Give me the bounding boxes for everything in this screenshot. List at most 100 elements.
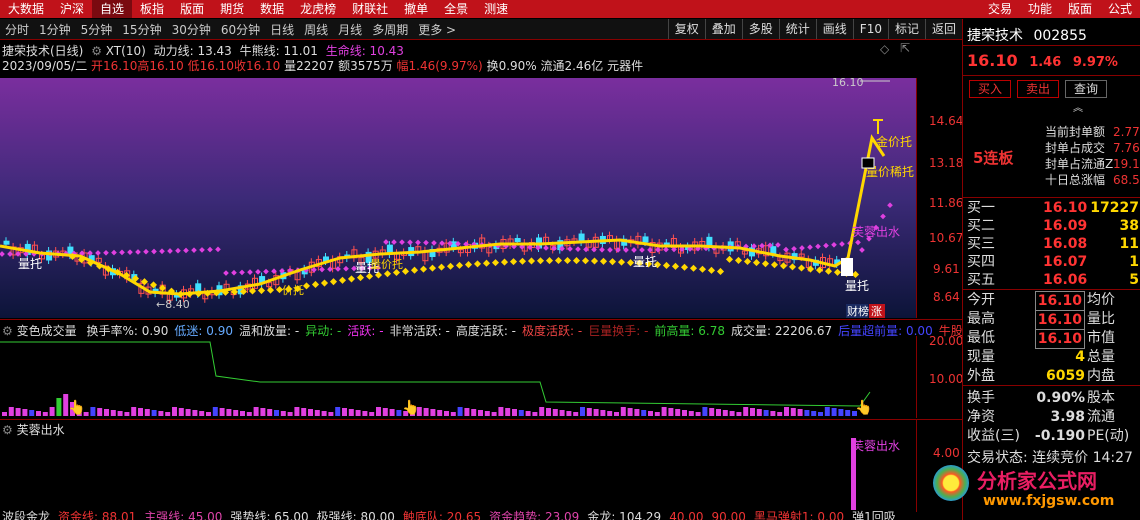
seal-value: 68.5 [1113,173,1140,187]
stat-key-2: 市值 [1087,330,1115,346]
menu-item[interactable]: 版面 [172,0,212,18]
volume-bar [518,410,524,416]
tool-button[interactable]: 叠加 [704,19,742,39]
fr-chart[interactable]: 芙蓉出水 [0,436,916,510]
volume-bar [104,409,109,416]
period-tab[interactable]: 1分钟 [34,21,76,38]
book-level: 买二 [967,218,995,234]
volume-bar [151,410,157,416]
expand-icon[interactable]: ⇱ [900,41,910,55]
menu-item[interactable]: 期货 [212,0,252,18]
period-tab[interactable]: 更多 > [413,21,461,38]
candle-body [642,236,649,243]
menu-item[interactable]: 板指 [132,0,172,18]
menu-item[interactable]: 数据 [252,0,292,18]
settings-icon[interactable]: ⚙ [91,44,102,58]
price-axis-label: 10.67 [929,231,964,245]
period-tab[interactable]: 15分钟 [117,21,166,38]
menu-item[interactable]: 财联社 [344,0,396,18]
signal-box [861,157,875,169]
stat-key-2: 量比 [1087,311,1115,327]
sell-button[interactable]: 卖出 [1017,80,1059,98]
menu-item[interactable]: 龙虎榜 [292,0,344,18]
stat-value: 16.10 [1034,291,1085,311]
tool-button[interactable]: 画线 [815,19,853,39]
order-book-row: 买一 16.10 17227 [963,199,1140,217]
seal-row: 十日总涨幅 68.5 [963,171,1140,189]
volume-chart[interactable]: 👆 👆 👆 [0,336,916,418]
diamond-icon[interactable]: ◇ [880,42,889,56]
candle-body [770,246,777,255]
stat-key: 收益(三) [967,428,1020,444]
volume-bar [552,409,558,416]
menu-item[interactable]: 测速 [476,0,516,18]
badge-2[interactable]: 涨 [871,305,882,318]
volume-bar [478,410,483,416]
tool-button[interactable]: 多股 [741,19,779,39]
book-price: 16.07 [1043,254,1088,270]
price-axis-label: 13.18 [929,156,964,170]
volume-bar [654,412,660,416]
volume-bar [627,408,633,416]
bottom-indicator-header: 波段金龙 资金线: 88.01 主强线: 45.00 强势线: 65.00 极强线: 8… [2,508,904,520]
collapse-icon[interactable]: ︽ [1073,99,1083,114]
price-change: 1.46 [1029,55,1062,70]
volume-bar [369,412,375,416]
fr-axis-label: 4.00 [933,446,960,460]
period-tab[interactable]: 多周期 [367,21,413,38]
stat-value: 16.10 [1034,329,1085,349]
tool-button[interactable]: 统计 [778,19,816,39]
period-tab[interactable]: 月线 [333,21,367,38]
indicator-value: 极强线: 80.00 [316,510,395,520]
volume-bar [287,412,293,416]
volume-bar [546,408,551,416]
menu-item[interactable]: 大数据 [0,0,52,18]
menu-item[interactable]: 撤单 [396,0,436,18]
stat-row: 最低 16.10 市值 [963,329,1140,349]
volume-bar [376,407,381,416]
stat-row: 收益(三) -0.190 PE(动) [963,427,1140,445]
tool-button[interactable]: 复权 [667,19,705,39]
float-value: 流通2.46亿 [540,59,604,73]
volume-bar [165,412,171,416]
stat-row: 换手 0.90% 股本 [963,389,1140,407]
volume-bar [824,407,830,416]
menu-item-right[interactable]: 交易 [980,0,1020,18]
period-tab[interactable]: 30分钟 [167,21,216,38]
watermark-logo: 分析家公式网 www.fxjgsw.com [933,459,1140,520]
period-tab[interactable]: 周线 [299,21,333,38]
tool-button[interactable]: 返回 [924,19,962,39]
volume-bar [668,408,674,416]
price-chart[interactable]: 16.10 ←8.40 量托 量托 量价托 价托 量托 量托 芙蓉出水 金价托 … [0,78,916,318]
volume-bar [348,409,354,416]
menu-item[interactable]: 沪深 [52,0,92,18]
volume-bar [811,411,817,416]
tool-button[interactable]: F10 [852,19,888,39]
indicator-value: 主强线: 45.00 [144,510,223,520]
menu-item[interactable]: 全景 [436,0,476,18]
price-axis-label: 8.64 [933,290,960,304]
low-marker-label: ←8.40 [156,298,190,311]
buy-button[interactable]: 买入 [969,80,1011,98]
stat-row: 外盘 6059 内盘 [963,367,1140,385]
book-volume: 1 [1129,254,1139,270]
indicator-value: 弹1回吸 [852,510,896,520]
period-tab[interactable]: 日线 [265,21,299,38]
book-price: 16.10 [1043,200,1088,216]
tool-button[interactable]: 标记 [887,19,925,39]
menu-item-right[interactable]: 公式 [1100,0,1140,18]
period-tab[interactable]: 5分钟 [76,21,118,38]
menu-item-right[interactable]: 版面 [1060,0,1100,18]
high-value: 高16.10 [137,59,184,73]
volume-bar [131,407,137,416]
menu-item[interactable]: 自选 [92,0,133,18]
badge-1[interactable]: 财榜 [847,304,869,318]
period-tab[interactable]: 分时 [0,21,34,38]
order-book-row: 买二 16.09 38 [963,217,1140,235]
query-button[interactable]: 查询 [1065,80,1107,98]
volume-bar [396,410,402,416]
settings-icon[interactable]: ⚙ [2,423,13,437]
menu-item-right[interactable]: 功能 [1020,0,1060,18]
period-tab[interactable]: 60分钟 [216,21,265,38]
indicator-value: 波段金龙 [2,510,51,520]
